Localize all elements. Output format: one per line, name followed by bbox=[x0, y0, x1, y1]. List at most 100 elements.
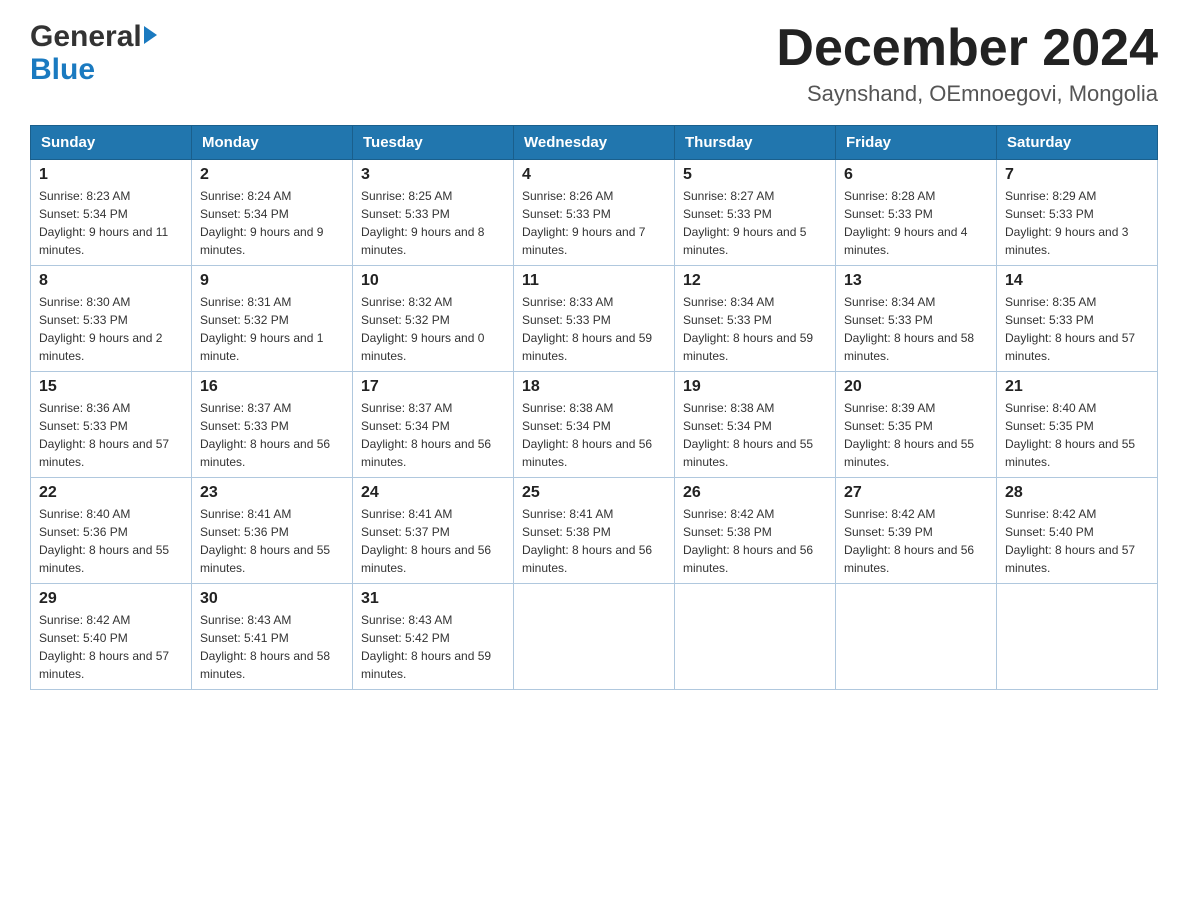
table-row: 18 Sunrise: 8:38 AMSunset: 5:34 PMDaylig… bbox=[514, 372, 675, 478]
table-row: 30 Sunrise: 8:43 AMSunset: 5:41 PMDaylig… bbox=[192, 584, 353, 690]
day-info: Sunrise: 8:42 AMSunset: 5:40 PMDaylight:… bbox=[39, 613, 169, 681]
table-row: 4 Sunrise: 8:26 AMSunset: 5:33 PMDayligh… bbox=[514, 160, 675, 266]
table-row: 25 Sunrise: 8:41 AMSunset: 5:38 PMDaylig… bbox=[514, 478, 675, 584]
logo-triangle-icon bbox=[144, 26, 157, 44]
col-thursday: Thursday bbox=[675, 126, 836, 160]
day-info: Sunrise: 8:29 AMSunset: 5:33 PMDaylight:… bbox=[1005, 189, 1128, 257]
table-row: 10 Sunrise: 8:32 AMSunset: 5:32 PMDaylig… bbox=[353, 266, 514, 372]
table-row: 14 Sunrise: 8:35 AMSunset: 5:33 PMDaylig… bbox=[997, 266, 1158, 372]
table-row: 2 Sunrise: 8:24 AMSunset: 5:34 PMDayligh… bbox=[192, 160, 353, 266]
day-info: Sunrise: 8:38 AMSunset: 5:34 PMDaylight:… bbox=[522, 401, 652, 469]
logo: General Blue bbox=[30, 20, 157, 87]
table-row: 17 Sunrise: 8:37 AMSunset: 5:34 PMDaylig… bbox=[353, 372, 514, 478]
day-number: 21 bbox=[1005, 378, 1149, 396]
day-info: Sunrise: 8:41 AMSunset: 5:37 PMDaylight:… bbox=[361, 507, 491, 575]
day-number: 18 bbox=[522, 378, 666, 396]
page-subtitle: Saynshand, OEmnoegovi, Mongolia bbox=[776, 81, 1158, 107]
table-row: 27 Sunrise: 8:42 AMSunset: 5:39 PMDaylig… bbox=[836, 478, 997, 584]
day-info: Sunrise: 8:40 AMSunset: 5:35 PMDaylight:… bbox=[1005, 401, 1135, 469]
day-number: 30 bbox=[200, 590, 344, 608]
day-number: 8 bbox=[39, 272, 183, 290]
day-number: 9 bbox=[200, 272, 344, 290]
table-row: 16 Sunrise: 8:37 AMSunset: 5:33 PMDaylig… bbox=[192, 372, 353, 478]
day-info: Sunrise: 8:30 AMSunset: 5:33 PMDaylight:… bbox=[39, 295, 162, 363]
table-row: 8 Sunrise: 8:30 AMSunset: 5:33 PMDayligh… bbox=[31, 266, 192, 372]
day-number: 17 bbox=[361, 378, 505, 396]
logo-general-text: General bbox=[30, 20, 142, 53]
day-info: Sunrise: 8:33 AMSunset: 5:33 PMDaylight:… bbox=[522, 295, 652, 363]
table-row: 9 Sunrise: 8:31 AMSunset: 5:32 PMDayligh… bbox=[192, 266, 353, 372]
table-row: 22 Sunrise: 8:40 AMSunset: 5:36 PMDaylig… bbox=[31, 478, 192, 584]
day-info: Sunrise: 8:36 AMSunset: 5:33 PMDaylight:… bbox=[39, 401, 169, 469]
day-info: Sunrise: 8:28 AMSunset: 5:33 PMDaylight:… bbox=[844, 189, 967, 257]
day-info: Sunrise: 8:41 AMSunset: 5:36 PMDaylight:… bbox=[200, 507, 330, 575]
day-number: 13 bbox=[844, 272, 988, 290]
day-info: Sunrise: 8:42 AMSunset: 5:39 PMDaylight:… bbox=[844, 507, 974, 575]
day-number: 25 bbox=[522, 484, 666, 502]
day-info: Sunrise: 8:25 AMSunset: 5:33 PMDaylight:… bbox=[361, 189, 484, 257]
page-header: General Blue December 2024 Saynshand, OE… bbox=[30, 20, 1158, 107]
table-row: 13 Sunrise: 8:34 AMSunset: 5:33 PMDaylig… bbox=[836, 266, 997, 372]
day-info: Sunrise: 8:32 AMSunset: 5:32 PMDaylight:… bbox=[361, 295, 484, 363]
table-row: 28 Sunrise: 8:42 AMSunset: 5:40 PMDaylig… bbox=[997, 478, 1158, 584]
day-number: 15 bbox=[39, 378, 183, 396]
day-info: Sunrise: 8:37 AMSunset: 5:33 PMDaylight:… bbox=[200, 401, 330, 469]
day-number: 27 bbox=[844, 484, 988, 502]
day-info: Sunrise: 8:38 AMSunset: 5:34 PMDaylight:… bbox=[683, 401, 813, 469]
day-number: 31 bbox=[361, 590, 505, 608]
col-sunday: Sunday bbox=[31, 126, 192, 160]
day-number: 4 bbox=[522, 166, 666, 184]
calendar-week-row: 15 Sunrise: 8:36 AMSunset: 5:33 PMDaylig… bbox=[31, 372, 1158, 478]
day-info: Sunrise: 8:40 AMSunset: 5:36 PMDaylight:… bbox=[39, 507, 169, 575]
table-row: 7 Sunrise: 8:29 AMSunset: 5:33 PMDayligh… bbox=[997, 160, 1158, 266]
table-row bbox=[997, 584, 1158, 690]
calendar-table: Sunday Monday Tuesday Wednesday Thursday… bbox=[30, 125, 1158, 690]
day-number: 11 bbox=[522, 272, 666, 290]
table-row: 20 Sunrise: 8:39 AMSunset: 5:35 PMDaylig… bbox=[836, 372, 997, 478]
table-row: 23 Sunrise: 8:41 AMSunset: 5:36 PMDaylig… bbox=[192, 478, 353, 584]
day-number: 5 bbox=[683, 166, 827, 184]
day-number: 7 bbox=[1005, 166, 1149, 184]
table-row: 21 Sunrise: 8:40 AMSunset: 5:35 PMDaylig… bbox=[997, 372, 1158, 478]
col-wednesday: Wednesday bbox=[514, 126, 675, 160]
day-info: Sunrise: 8:37 AMSunset: 5:34 PMDaylight:… bbox=[361, 401, 491, 469]
table-row bbox=[514, 584, 675, 690]
col-saturday: Saturday bbox=[997, 126, 1158, 160]
day-number: 10 bbox=[361, 272, 505, 290]
day-number: 29 bbox=[39, 590, 183, 608]
day-number: 12 bbox=[683, 272, 827, 290]
day-number: 28 bbox=[1005, 484, 1149, 502]
table-row: 1 Sunrise: 8:23 AMSunset: 5:34 PMDayligh… bbox=[31, 160, 192, 266]
table-row: 5 Sunrise: 8:27 AMSunset: 5:33 PMDayligh… bbox=[675, 160, 836, 266]
day-number: 23 bbox=[200, 484, 344, 502]
day-number: 1 bbox=[39, 166, 183, 184]
day-number: 26 bbox=[683, 484, 827, 502]
table-row bbox=[675, 584, 836, 690]
day-info: Sunrise: 8:23 AMSunset: 5:34 PMDaylight:… bbox=[39, 189, 168, 257]
day-info: Sunrise: 8:34 AMSunset: 5:33 PMDaylight:… bbox=[683, 295, 813, 363]
day-info: Sunrise: 8:42 AMSunset: 5:38 PMDaylight:… bbox=[683, 507, 813, 575]
day-info: Sunrise: 8:43 AMSunset: 5:42 PMDaylight:… bbox=[361, 613, 491, 681]
day-info: Sunrise: 8:34 AMSunset: 5:33 PMDaylight:… bbox=[844, 295, 974, 363]
day-number: 20 bbox=[844, 378, 988, 396]
day-info: Sunrise: 8:39 AMSunset: 5:35 PMDaylight:… bbox=[844, 401, 974, 469]
table-row: 3 Sunrise: 8:25 AMSunset: 5:33 PMDayligh… bbox=[353, 160, 514, 266]
table-row: 15 Sunrise: 8:36 AMSunset: 5:33 PMDaylig… bbox=[31, 372, 192, 478]
day-info: Sunrise: 8:24 AMSunset: 5:34 PMDaylight:… bbox=[200, 189, 323, 257]
col-friday: Friday bbox=[836, 126, 997, 160]
day-number: 14 bbox=[1005, 272, 1149, 290]
calendar-week-row: 29 Sunrise: 8:42 AMSunset: 5:40 PMDaylig… bbox=[31, 584, 1158, 690]
day-info: Sunrise: 8:43 AMSunset: 5:41 PMDaylight:… bbox=[200, 613, 330, 681]
table-row: 29 Sunrise: 8:42 AMSunset: 5:40 PMDaylig… bbox=[31, 584, 192, 690]
logo-blue-text: Blue bbox=[30, 53, 95, 86]
day-info: Sunrise: 8:27 AMSunset: 5:33 PMDaylight:… bbox=[683, 189, 806, 257]
day-info: Sunrise: 8:31 AMSunset: 5:32 PMDaylight:… bbox=[200, 295, 323, 363]
day-number: 2 bbox=[200, 166, 344, 184]
day-number: 3 bbox=[361, 166, 505, 184]
calendar-week-row: 1 Sunrise: 8:23 AMSunset: 5:34 PMDayligh… bbox=[31, 160, 1158, 266]
table-row: 24 Sunrise: 8:41 AMSunset: 5:37 PMDaylig… bbox=[353, 478, 514, 584]
page-title: December 2024 bbox=[776, 20, 1158, 77]
table-row: 31 Sunrise: 8:43 AMSunset: 5:42 PMDaylig… bbox=[353, 584, 514, 690]
table-row: 11 Sunrise: 8:33 AMSunset: 5:33 PMDaylig… bbox=[514, 266, 675, 372]
title-block: December 2024 Saynshand, OEmnoegovi, Mon… bbox=[776, 20, 1158, 107]
